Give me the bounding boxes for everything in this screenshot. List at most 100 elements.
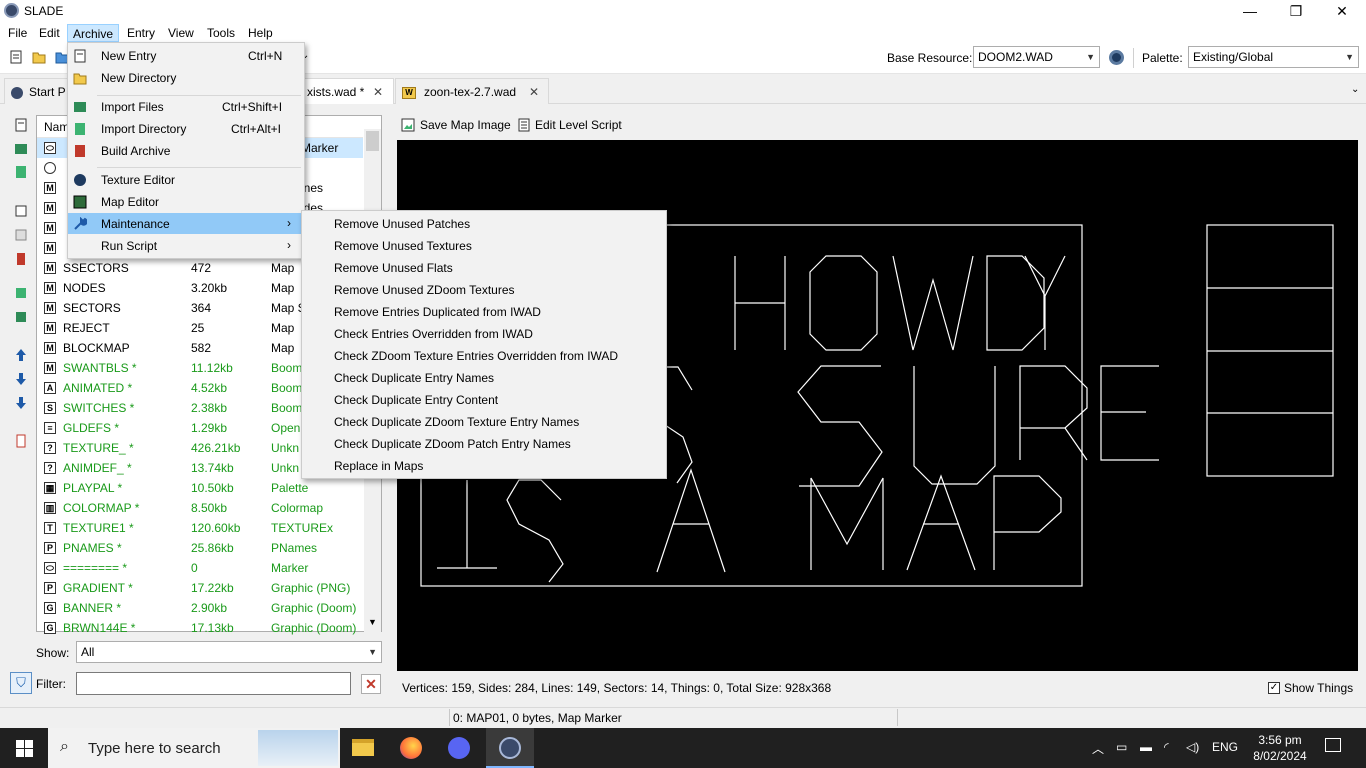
menu-item-new-directory[interactable]: New Directory xyxy=(101,71,176,85)
entry-type: PNames xyxy=(271,541,318,555)
menu-help[interactable]: Help xyxy=(243,24,278,42)
scroll-down-icon[interactable]: ▼ xyxy=(368,617,377,627)
import-icon[interactable] xyxy=(14,142,28,156)
entry-type: Unkn xyxy=(271,441,300,455)
windows-start-icon[interactable] xyxy=(16,740,33,757)
list-item[interactable]: ▦ PLAYPAL * 10.50kb Palette xyxy=(37,478,363,498)
status-bar xyxy=(0,707,1366,728)
menu-edit[interactable]: Edit xyxy=(34,24,65,42)
network-icon[interactable]: ◜ xyxy=(1164,740,1169,754)
filter-icon[interactable]: ⛉ xyxy=(10,672,32,694)
entry-size: 3.20kb xyxy=(191,281,228,295)
minimize-button[interactable]: — xyxy=(1227,0,1273,22)
move-down-icon[interactable] xyxy=(14,372,28,386)
palette-dropdown[interactable]: Existing/Global ▼ xyxy=(1188,46,1359,68)
gear-icon[interactable] xyxy=(1109,50,1124,65)
language-indicator[interactable]: ENG xyxy=(1212,740,1238,754)
submenu-item[interactable]: Remove Unused Textures xyxy=(334,239,472,253)
import-entry-icon[interactable] xyxy=(14,286,28,300)
tab-start-page[interactable]: Start P xyxy=(4,78,68,104)
move-up-icon[interactable] xyxy=(14,348,28,362)
submenu-item[interactable]: Check Duplicate Entry Content xyxy=(334,393,498,407)
notifications-icon[interactable] xyxy=(1325,738,1341,752)
volume-icon[interactable]: ◁) xyxy=(1186,740,1199,754)
close-window-button[interactable]: ✕ xyxy=(1319,0,1365,22)
clear-filter-icon[interactable]: ✕ xyxy=(361,674,381,694)
submenu-item[interactable]: Remove Unused ZDoom Textures xyxy=(334,283,515,297)
open-folder-icon[interactable] xyxy=(32,50,46,64)
taskbar-firefox[interactable] xyxy=(388,728,436,768)
list-item[interactable]: P PNAMES * 25.86kb PNames xyxy=(37,538,363,558)
show-things-label[interactable]: Show Things xyxy=(1284,681,1353,695)
submenu-item[interactable]: Check Duplicate Entry Names xyxy=(334,371,494,385)
list-item[interactable]: ⬭ ======== * 0 Marker xyxy=(37,558,363,578)
marker-icon xyxy=(44,162,56,174)
copy-icon[interactable] xyxy=(14,228,28,242)
submenu-item[interactable]: Replace in Maps xyxy=(334,459,423,473)
scrollbar-thumb[interactable] xyxy=(366,131,379,151)
menu-item-import-directory[interactable]: Import Directory xyxy=(101,122,186,136)
tray-chevron-icon[interactable]: ︿ xyxy=(1092,740,1104,757)
menu-item-run-script[interactable]: Run Script xyxy=(101,239,157,253)
battery-icon[interactable]: ▬ xyxy=(1140,740,1152,754)
import-files-icon[interactable] xyxy=(14,165,28,179)
taskbar-file-explorer[interactable] xyxy=(340,728,388,768)
tab-list-chevron-icon[interactable]: ⌄ xyxy=(1351,84,1359,95)
submenu-item[interactable]: Remove Unused Patches xyxy=(334,217,470,231)
close-tab-icon[interactable]: ✕ xyxy=(529,79,539,105)
submenu-item[interactable]: Remove Entries Duplicated from IWAD xyxy=(334,305,541,319)
menu-file[interactable]: File xyxy=(3,24,32,42)
entry-type-icon: ▥ xyxy=(44,502,56,514)
taskbar-slade[interactable] xyxy=(486,728,534,768)
save-map-image-button[interactable]: Save Map Image xyxy=(420,118,511,132)
column-name-header[interactable]: Nam xyxy=(44,120,69,134)
submenu-item[interactable]: Check ZDoom Texture Entries Overridden f… xyxy=(334,349,618,363)
submenu-item[interactable]: Check Entries Overridden from IWAD xyxy=(334,327,533,341)
new-archive-icon[interactable] xyxy=(9,50,23,64)
menu-entry[interactable]: Entry xyxy=(122,24,160,42)
clean-icon[interactable] xyxy=(14,434,28,448)
entry-type-icon: G xyxy=(44,622,56,634)
submenu-item[interactable]: Check Duplicate ZDoom Patch Entry Names xyxy=(334,437,571,451)
export-entry-icon[interactable] xyxy=(14,310,28,324)
clock-time[interactable]: 3:56 pm xyxy=(1255,733,1305,747)
tab-zoon-tex[interactable]: Wzoon-tex-2.7.wad ✕ xyxy=(395,78,549,104)
export-icon[interactable] xyxy=(14,204,28,218)
meet-now-icon[interactable]: ▭ xyxy=(1116,740,1127,754)
list-item[interactable]: G BRWN144E * 17.13kb Graphic (Doom) xyxy=(37,618,363,638)
show-things-checkbox[interactable]: ✓ xyxy=(1268,682,1280,694)
menu-archive[interactable]: Archive xyxy=(67,24,120,42)
list-item[interactable]: ▥ COLORMAP * 8.50kb Colormap xyxy=(37,498,363,518)
menu-item-build-archive[interactable]: Build Archive xyxy=(101,144,170,158)
menu-item-maintenance[interactable]: Maintenance xyxy=(101,217,170,231)
edit-level-script-button[interactable]: Edit Level Script xyxy=(535,118,622,132)
submenu-item[interactable]: Remove Unused Flats xyxy=(334,261,453,275)
delete-icon[interactable] xyxy=(14,252,28,266)
menu-view[interactable]: View xyxy=(163,24,199,42)
entry-name: PNAMES * xyxy=(63,541,122,555)
move-bottom-icon[interactable] xyxy=(14,396,28,410)
menu-tools[interactable]: Tools xyxy=(202,24,240,42)
menu-item-import-files[interactable]: Import Files xyxy=(101,100,164,114)
new-entry-icon[interactable] xyxy=(14,118,28,132)
list-item[interactable]: P GRADIENT * 17.22kb Graphic (PNG) xyxy=(37,578,363,598)
list-item[interactable]: T TEXTURE1 * 120.60kb TEXTUREx xyxy=(37,518,363,538)
clock-date[interactable]: 8/02/2024 xyxy=(1249,749,1311,763)
build-archive-icon xyxy=(75,145,85,157)
base-resource-dropdown[interactable]: DOOM2.WAD ▼ xyxy=(973,46,1100,68)
submenu-item[interactable]: Check Duplicate ZDoom Texture Entry Name… xyxy=(334,415,579,429)
maximize-button[interactable]: ❐ xyxy=(1273,0,1319,22)
entry-name: SWANTBLS * xyxy=(63,361,137,375)
menu-item-new-entry[interactable]: New Entry xyxy=(101,49,156,63)
show-dropdown[interactable]: All ▼ xyxy=(76,641,382,663)
entry-type: Colormap xyxy=(271,501,324,515)
menu-item-map-editor[interactable]: Map Editor xyxy=(101,195,159,209)
entry-name: GLDEFS * xyxy=(63,421,120,435)
menu-item-texture-editor[interactable]: Texture Editor xyxy=(101,173,175,187)
entry-name: REJECT xyxy=(63,321,110,335)
list-item[interactable]: G BANNER * 2.90kb Graphic (Doom) xyxy=(37,598,363,618)
close-tab-icon[interactable]: ✕ xyxy=(373,79,383,105)
filter-input[interactable] xyxy=(76,672,351,695)
taskbar-discord[interactable] xyxy=(436,728,484,768)
tab-current-archive[interactable]: xists.wad * ✕ xyxy=(300,78,394,104)
